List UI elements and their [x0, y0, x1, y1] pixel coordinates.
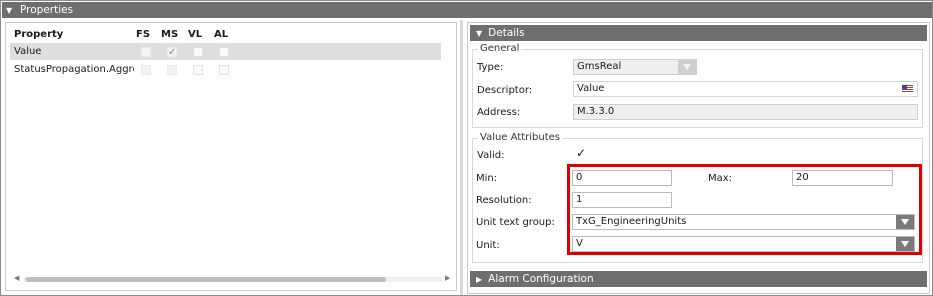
al-checkbox[interactable]: [219, 65, 229, 75]
resolution-value: 1: [576, 194, 583, 205]
collapse-icon[interactable]: ▼: [6, 3, 16, 19]
type-dropdown[interactable]: GmsReal: [573, 59, 697, 75]
row-property-name: StatusPropagation.Aggregat: [14, 64, 134, 75]
address-field: M.3.3.0: [573, 104, 918, 120]
min-value: 0: [576, 172, 583, 183]
ms-checkbox[interactable]: [167, 44, 177, 61]
collapse-icon[interactable]: ▼: [476, 29, 482, 38]
horizontal-scrollbar[interactable]: ◀ ▶: [14, 274, 452, 283]
max-value: 20: [796, 172, 809, 183]
table-row[interactable]: Value: [10, 43, 441, 61]
dropdown-arrow-icon[interactable]: [678, 60, 696, 74]
column-header-al[interactable]: AL: [214, 26, 228, 43]
details-header[interactable]: ▼ Details: [470, 25, 927, 41]
properties-grid: Property FS MS VL AL Value StatusPropaga…: [5, 22, 457, 291]
dropdown-arrow-icon[interactable]: [896, 215, 914, 229]
type-label: Type:: [477, 62, 504, 73]
grid-header: Property FS MS VL AL: [10, 26, 242, 43]
pane-splitter[interactable]: [460, 20, 463, 295]
scroll-left-icon[interactable]: ◀: [14, 274, 19, 282]
unit-value: V: [576, 238, 583, 249]
unit-dropdown[interactable]: V: [572, 236, 915, 252]
address-label: Address:: [477, 107, 521, 118]
scroll-right-icon[interactable]: ▶: [445, 274, 450, 282]
unit-text-group-value: TxG_EngineeringUnits: [576, 216, 687, 227]
general-title: General: [478, 43, 522, 54]
details-pane: ▼ Details General Type: GmsReal Descripto…: [467, 22, 930, 294]
unit-label: Unit:: [476, 240, 500, 251]
table-row[interactable]: StatusPropagation.Aggregat: [10, 61, 441, 78]
column-header-property[interactable]: Property: [14, 26, 63, 43]
descriptor-label: Descriptor:: [477, 85, 533, 96]
min-field[interactable]: 0: [572, 170, 672, 186]
resolution-field[interactable]: 1: [572, 192, 672, 208]
scrollbar-thumb[interactable]: [26, 277, 386, 282]
descriptor-value: Value: [577, 83, 605, 94]
fs-checkbox[interactable]: [141, 65, 151, 75]
us-flag-icon[interactable]: [902, 85, 913, 93]
window: ▼ Properties Property FS MS VL AL Value S…: [0, 0, 933, 296]
address-value: M.3.3.0: [577, 106, 615, 117]
max-field[interactable]: 20: [792, 170, 893, 186]
unit-text-group-label: Unit text group:: [476, 217, 555, 228]
resolution-label: Resolution:: [476, 195, 532, 206]
general-group: General Type: GmsReal Descriptor: Value …: [472, 43, 923, 128]
details-title: Details: [488, 27, 525, 39]
alarm-configuration-title: Alarm Configuration: [488, 273, 594, 285]
properties-title: Properties: [20, 4, 74, 16]
vl-checkbox[interactable]: [193, 65, 203, 75]
al-checkbox[interactable]: [219, 47, 229, 57]
properties-header[interactable]: ▼ Properties: [2, 2, 932, 18]
expand-icon[interactable]: ▶: [476, 275, 482, 284]
column-header-vl[interactable]: VL: [188, 26, 202, 43]
alarm-configuration-header[interactable]: ▶ Alarm Configuration: [470, 271, 927, 287]
valid-checkbox[interactable]: ✓: [576, 146, 586, 160]
valid-label: Valid:: [477, 150, 505, 161]
value-attributes-title: Value Attributes: [478, 132, 563, 143]
min-label: Min:: [476, 173, 498, 184]
unit-text-group-dropdown[interactable]: TxG_EngineeringUnits: [572, 214, 915, 230]
descriptor-field[interactable]: Value: [573, 81, 918, 97]
dropdown-arrow-icon[interactable]: [896, 237, 914, 251]
row-property-name: Value: [14, 46, 42, 57]
column-header-fs[interactable]: FS: [136, 26, 150, 43]
ms-checkbox[interactable]: [167, 65, 177, 75]
max-label: Max:: [708, 173, 733, 184]
type-value: GmsReal: [577, 61, 622, 72]
column-header-ms[interactable]: MS: [161, 26, 178, 43]
fs-checkbox[interactable]: [141, 47, 151, 57]
vl-checkbox[interactable]: [193, 47, 203, 57]
